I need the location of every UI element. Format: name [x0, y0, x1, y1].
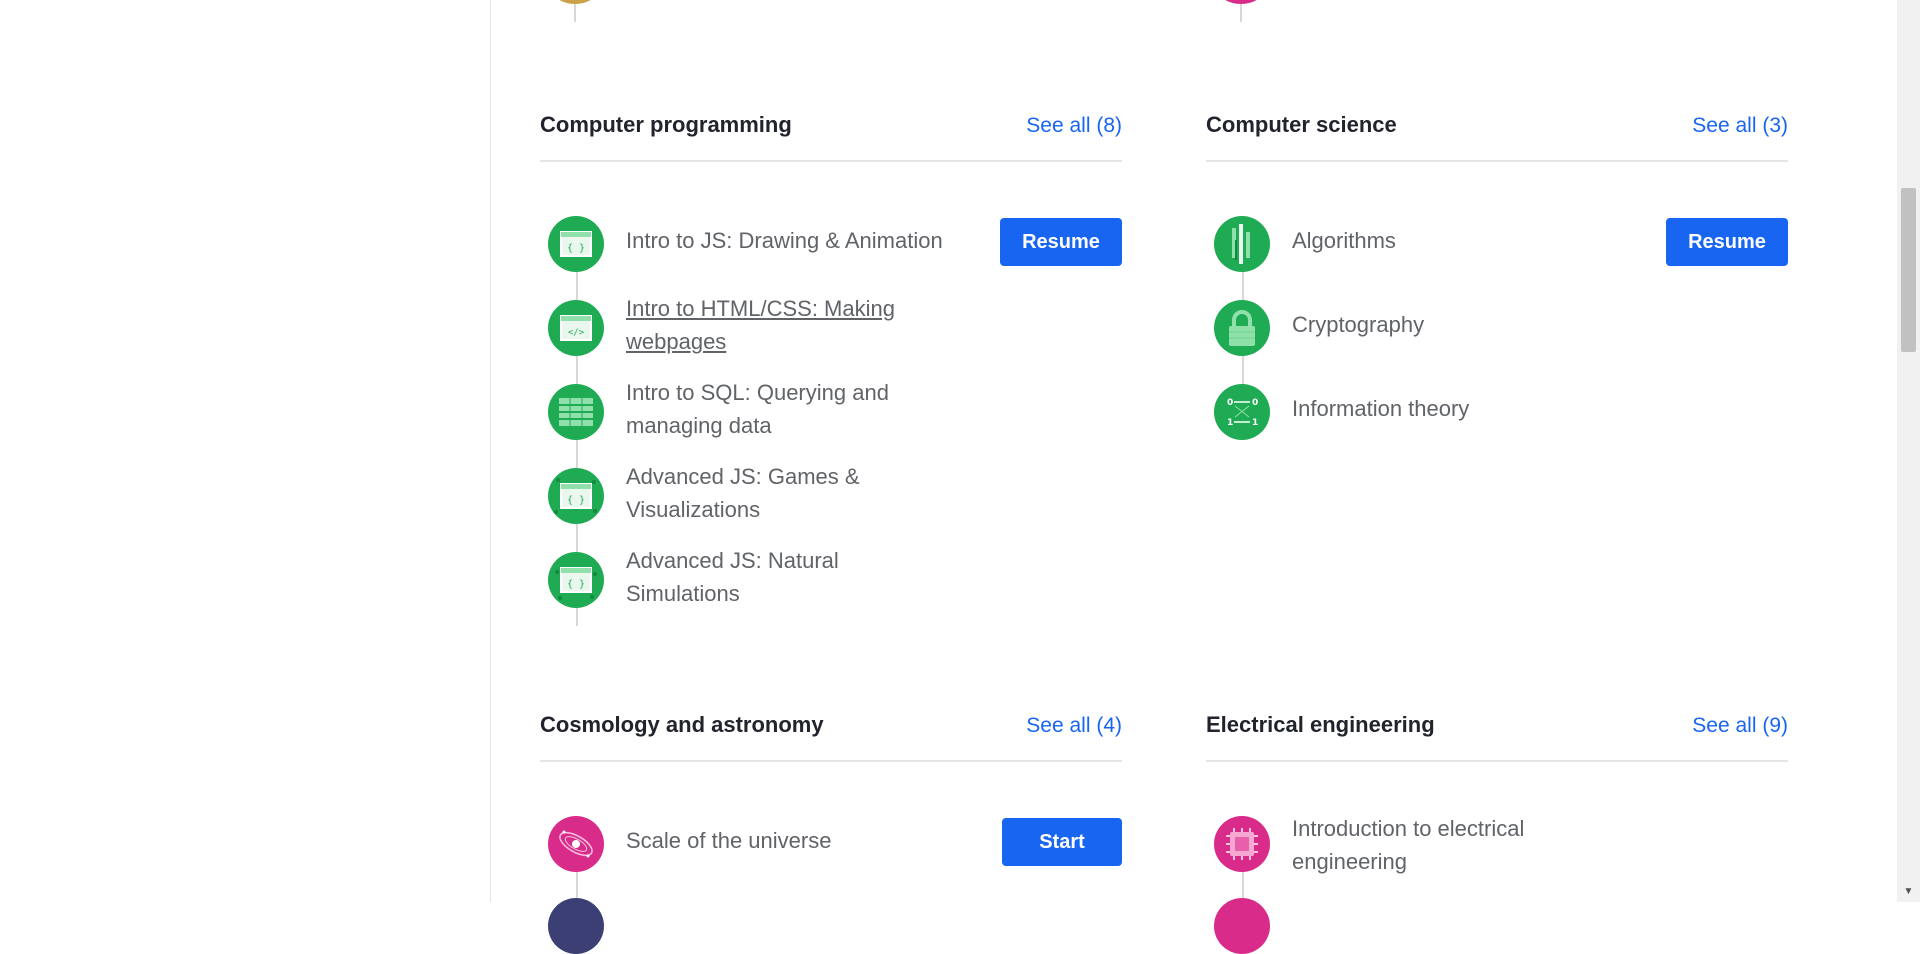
lock-icon	[1214, 300, 1270, 356]
microchip-icon	[1214, 816, 1270, 872]
course-title[interactable]: Intro to JS: Drawing & Animation	[626, 224, 1026, 257]
section-header: Cosmology and astronomy See all (4)	[540, 702, 1122, 762]
start-button[interactable]: Start	[1002, 818, 1122, 866]
section-computer-science: Computer science See all (3) Algorithms …	[1206, 102, 1788, 440]
section-cosmology-astronomy: Cosmology and astronomy See all (4) Scal…	[540, 702, 1122, 954]
course-title[interactable]: Intro to SQL: Querying and managing data	[626, 376, 956, 442]
vertical-scrollbar[interactable]: ▼	[1897, 0, 1920, 902]
galaxy-icon	[548, 816, 604, 872]
next-course-icon	[548, 898, 604, 954]
js-games-icon: { }	[548, 468, 604, 524]
scrollbar-thumb[interactable]	[1901, 188, 1916, 352]
course-title[interactable]: Introduction to electrical engineering	[1292, 812, 1622, 878]
icon-digit: 0	[1252, 398, 1258, 408]
section-title: Computer programming	[540, 112, 792, 137]
section-electrical-engineering: Electrical engineering See all (9) Intro…	[1206, 702, 1788, 954]
next-course-icon	[1214, 898, 1270, 954]
html-code-icon: </>	[548, 300, 604, 356]
svg-text:{ }: { }	[567, 579, 585, 590]
binary-channel-icon: 0 0 1 1	[1214, 384, 1270, 440]
resume-button[interactable]: Resume	[1000, 218, 1122, 266]
previous-course-icon	[1218, 0, 1264, 4]
svg-text:</>: </>	[568, 328, 585, 338]
section-header: Electrical engineering See all (9)	[1206, 702, 1788, 762]
course-title[interactable]: Intro to HTML/CSS: Making webpages	[626, 292, 956, 358]
icon-digit: 0	[1227, 398, 1233, 408]
see-all-link[interactable]: See all (3)	[1692, 114, 1788, 138]
see-all-link[interactable]: See all (8)	[1026, 114, 1122, 138]
course-title[interactable]: Information theory	[1292, 392, 1622, 425]
icon-digit: 1	[1227, 418, 1233, 428]
section-header: Computer programming See all (8)	[540, 102, 1122, 162]
course-title[interactable]: Advanced JS: Games & Visualizations	[626, 460, 886, 526]
see-all-link[interactable]: See all (9)	[1692, 714, 1788, 738]
section-title: Computer science	[1206, 112, 1397, 137]
svg-text:{ }: { }	[567, 495, 585, 506]
icon-digit: 1	[1252, 418, 1258, 428]
course-title[interactable]: Scale of the universe	[626, 824, 956, 857]
js-simulations-icon: { }	[548, 552, 604, 608]
previous-course-icon	[552, 0, 598, 4]
section-header: Computer science See all (3)	[1206, 102, 1788, 162]
resume-button[interactable]: Resume	[1666, 218, 1788, 266]
js-code-icon: { }	[548, 216, 604, 272]
section-title: Cosmology and astronomy	[540, 712, 824, 737]
left-sidebar	[0, 0, 491, 902]
course-title[interactable]: Algorithms	[1292, 224, 1622, 257]
course-title[interactable]: Advanced JS: Natural Simulations	[626, 544, 886, 610]
algorithms-icon	[1214, 216, 1270, 272]
course-title[interactable]: Cryptography	[1292, 308, 1622, 341]
see-all-link[interactable]: See all (4)	[1026, 714, 1122, 738]
section-computer-programming: Computer programming See all (8) { } Int…	[540, 102, 1122, 626]
svg-text:{ }: { }	[567, 243, 585, 254]
section-title: Electrical engineering	[1206, 712, 1435, 737]
scroll-down-arrow-icon[interactable]: ▼	[1897, 884, 1920, 900]
sql-table-icon	[548, 384, 604, 440]
